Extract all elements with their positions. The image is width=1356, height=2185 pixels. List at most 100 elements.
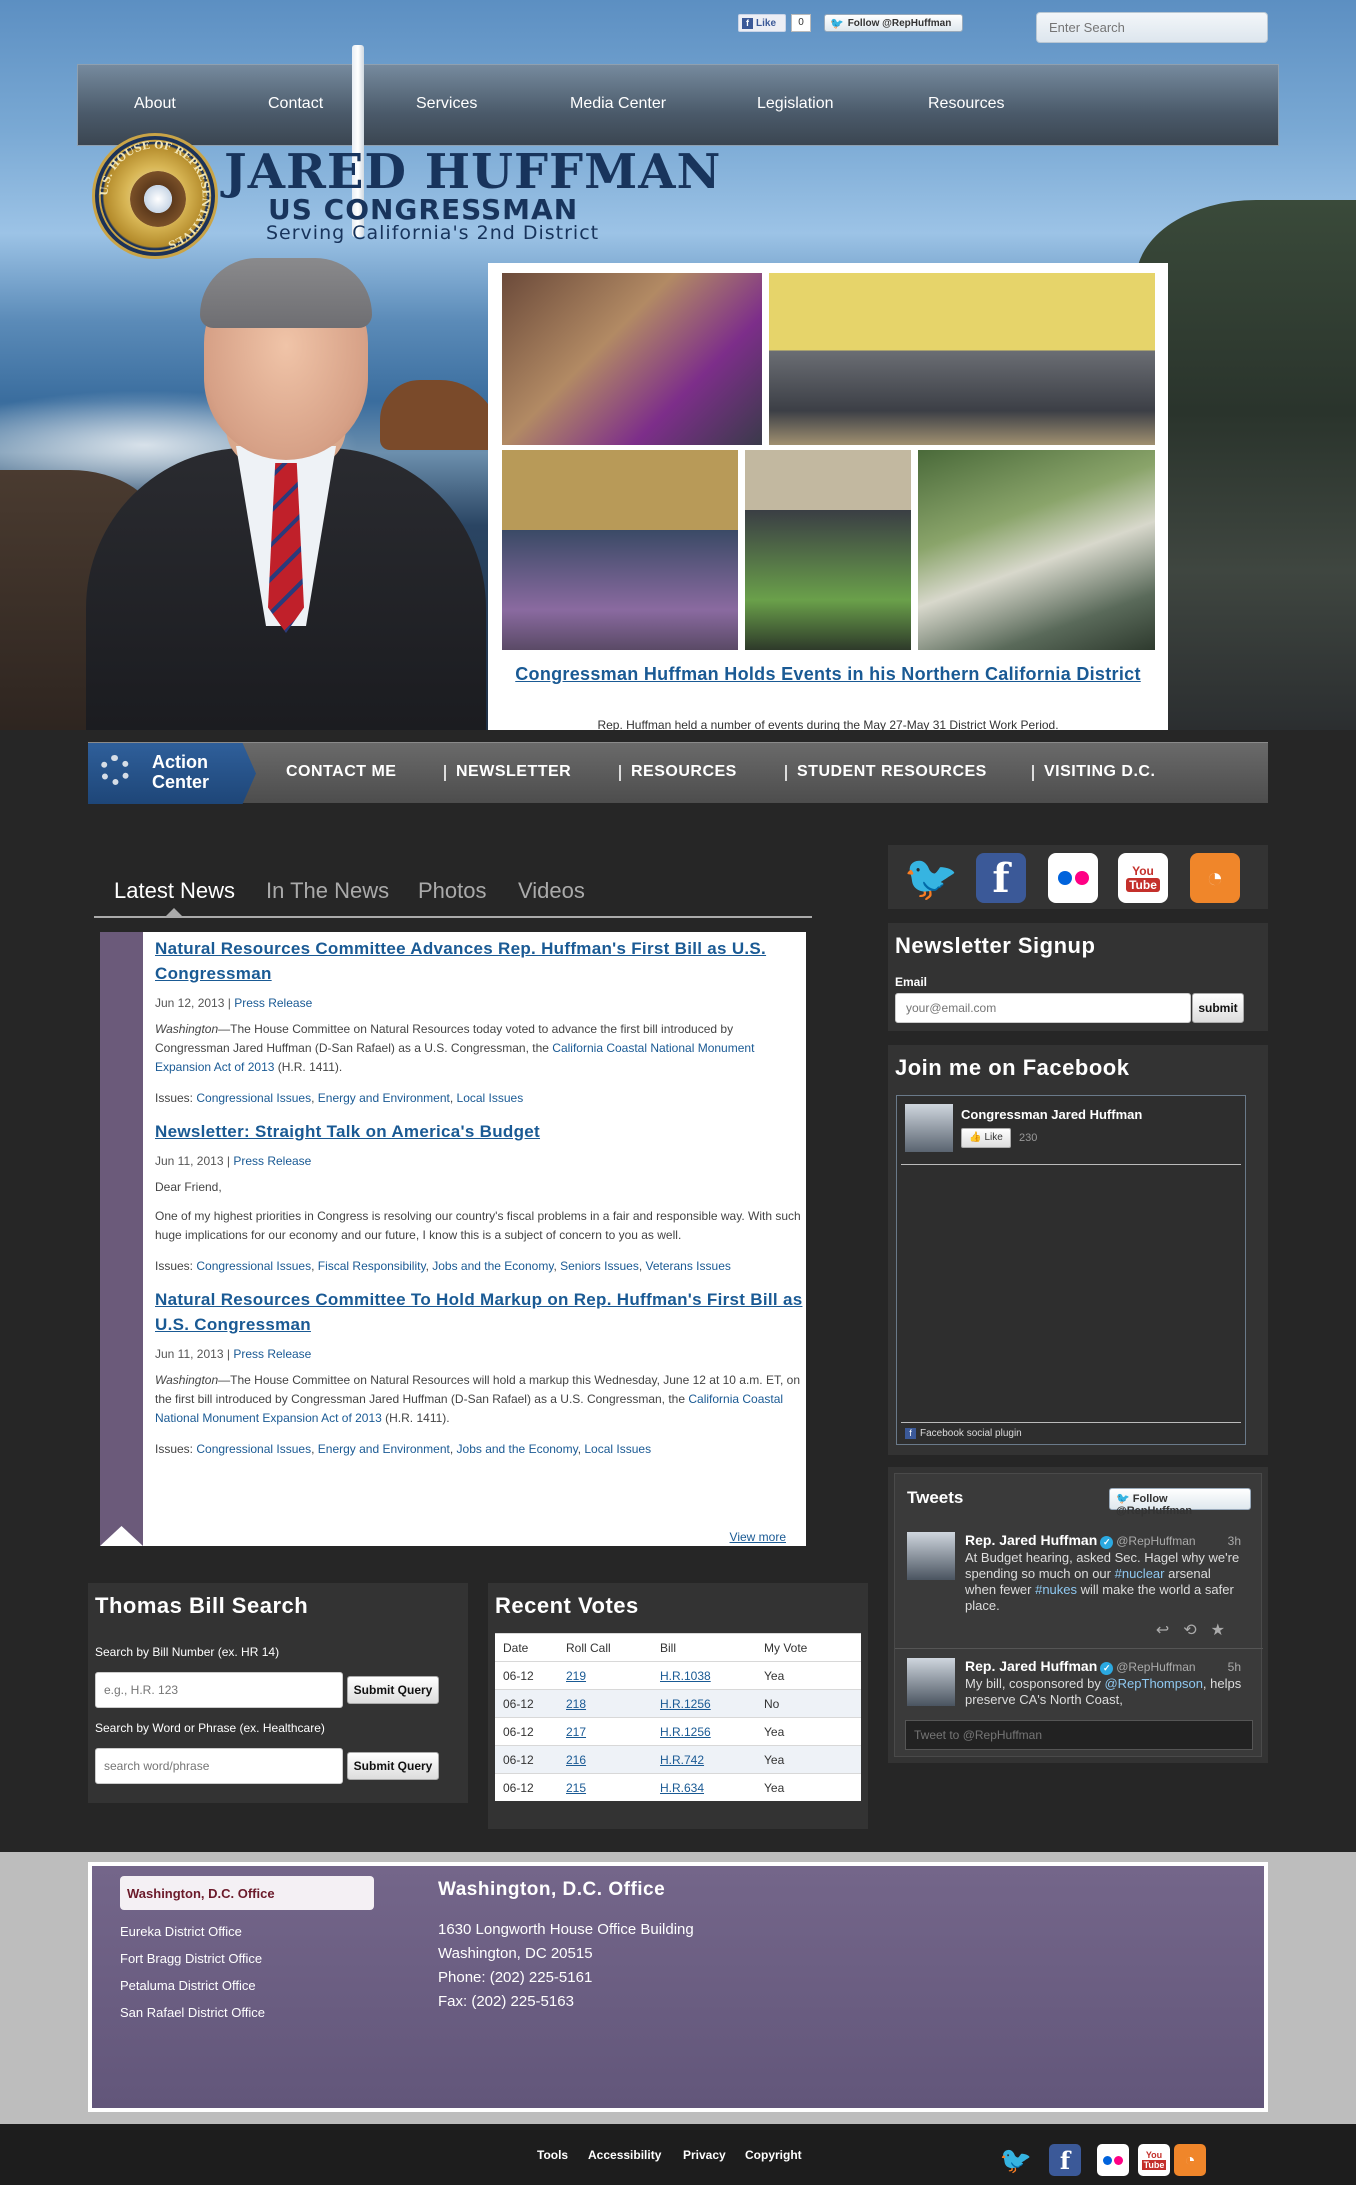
office-tab-washington[interactable]: Washington, D.C. Office	[120, 1876, 374, 1910]
search-input[interactable]	[1036, 12, 1268, 43]
tweet-author[interactable]: Rep. Jared Huffman ✓ @RepHuffman	[965, 1658, 1196, 1675]
tweet-author[interactable]: Rep. Jared Huffman ✓ @RepHuffman	[965, 1532, 1196, 1549]
issue-link[interactable]: Veterans Issues	[645, 1259, 730, 1273]
event-photo[interactable]	[769, 273, 1155, 445]
flickr-icon[interactable]	[1097, 2144, 1129, 2176]
issue-link[interactable]: Jobs and the Economy	[432, 1259, 553, 1273]
tab-in-the-news[interactable]: In The News	[266, 878, 389, 904]
event-photo[interactable]	[502, 273, 762, 445]
flickr-icon[interactable]	[1048, 853, 1098, 903]
bill-number-submit-button[interactable]: Submit Query	[347, 1676, 439, 1704]
news-category-link[interactable]: Press Release	[233, 1154, 311, 1168]
news-category-link[interactable]: Press Release	[234, 996, 312, 1010]
news-title-link[interactable]: Natural Resources Committee Advances Rep…	[155, 936, 803, 986]
issue-link[interactable]: Fiscal Responsibility	[318, 1259, 426, 1273]
bill-link[interactable]: H.R.742	[660, 1753, 764, 1767]
twitter-follow-button[interactable]: 🐦 Follow @RepHuffman	[1109, 1488, 1251, 1517]
issue-link[interactable]: Jobs and the Economy	[457, 1442, 578, 1456]
action-visiting-dc[interactable]: VISITING D.C.	[1044, 763, 1155, 781]
tweet-time[interactable]: 5h	[1228, 1660, 1241, 1674]
bill-link[interactable]: H.R.634	[660, 1781, 764, 1795]
nav-media-center[interactable]: Media Center	[570, 95, 666, 113]
tweet-to-input[interactable]	[905, 1720, 1253, 1750]
action-resources[interactable]: RESOURCES	[631, 763, 737, 781]
twitter-follow-button[interactable]: 🐦 Follow @RepHuffman	[824, 14, 963, 32]
bill-phrase-submit-button[interactable]: Submit Query	[347, 1752, 439, 1780]
rss-icon[interactable]: ◔	[1190, 853, 1240, 903]
facebook-plugin-credit[interactable]: f Facebook social plugin	[905, 1428, 1022, 1439]
event-photo[interactable]	[918, 450, 1155, 650]
footer-link-copyright[interactable]: Copyright	[745, 2148, 802, 2162]
nav-about[interactable]: About	[134, 95, 176, 113]
hashtag-link[interactable]: #nukes	[1035, 1582, 1077, 1597]
bill-link[interactable]: H.R.1256	[660, 1725, 764, 1739]
action-newsletter[interactable]: NEWSLETTER	[456, 763, 571, 781]
tab-latest-news[interactable]: Latest News	[114, 878, 235, 904]
tab-photos[interactable]: Photos	[418, 878, 487, 904]
email-field[interactable]	[895, 993, 1191, 1023]
bill-link[interactable]: H.R.1038	[660, 1669, 764, 1683]
nav-contact[interactable]: Contact	[268, 95, 323, 113]
mention-link[interactable]: @RepThompson	[1104, 1676, 1202, 1691]
issue-link[interactable]: Congressional Issues	[196, 1442, 311, 1456]
facebook-like-page-button[interactable]: 👍 Like	[961, 1128, 1011, 1148]
roll-call-link[interactable]: 216	[566, 1753, 660, 1767]
facebook-like-button[interactable]: f Like	[738, 14, 786, 32]
roll-call-link[interactable]: 219	[566, 1669, 660, 1683]
featured-slideshow[interactable]: Congressman Huffman Holds Events in his …	[488, 263, 1168, 730]
office-tab-san-rafael[interactable]: San Rafael District Office	[120, 2005, 265, 2020]
issue-link[interactable]: Seniors Issues	[560, 1259, 639, 1273]
newsletter-submit-button[interactable]: submit	[1192, 993, 1244, 1023]
bill-phrase-input[interactable]	[95, 1748, 343, 1784]
roll-call-link[interactable]: 218	[566, 1697, 660, 1711]
news-category-link[interactable]: Press Release	[233, 1347, 311, 1361]
facebook-page-name[interactable]: Congressman Jared Huffman	[961, 1107, 1142, 1122]
tweets-timeline[interactable]: Tweets 🐦 Follow @RepHuffman Rep. Jared H…	[894, 1473, 1263, 1757]
issue-link[interactable]: Congressional Issues	[196, 1259, 311, 1273]
tab-videos[interactable]: Videos	[518, 878, 585, 904]
event-photo[interactable]	[745, 450, 911, 650]
facebook-icon[interactable]: f	[976, 853, 1026, 903]
action-contact-me[interactable]: CONTACT ME	[286, 763, 396, 781]
event-photo[interactable]	[502, 450, 738, 650]
rss-icon[interactable]: ◔	[1174, 2144, 1206, 2176]
issue-link[interactable]: Local Issues	[584, 1442, 651, 1456]
twitter-icon[interactable]: 🐦	[904, 853, 959, 903]
office-tab-eureka[interactable]: Eureka District Office	[120, 1924, 242, 1939]
slide-title-link[interactable]: Congressman Huffman Holds Events in his …	[508, 661, 1148, 687]
twitter-icon[interactable]: 🐦	[1000, 2144, 1032, 2176]
office-tab-petaluma[interactable]: Petaluma District Office	[120, 1978, 256, 1993]
tweet: Rep. Jared Huffman ✓ @RepHuffman 3h At Bud…	[907, 1532, 1253, 1642]
avatar[interactable]	[907, 1658, 955, 1706]
issue-link[interactable]: Congressional Issues	[196, 1091, 311, 1105]
issue-link[interactable]: Energy and Environment	[318, 1442, 450, 1456]
roll-call-link[interactable]: 217	[566, 1725, 660, 1739]
roll-call-link[interactable]: 215	[566, 1781, 660, 1795]
news-title-link[interactable]: Newsletter: Straight Talk on America's B…	[155, 1119, 803, 1144]
issue-link[interactable]: Local Issues	[457, 1091, 524, 1105]
hashtag-link[interactable]: #nuclear	[1115, 1566, 1165, 1581]
bill-link[interactable]: H.R.1256	[660, 1697, 764, 1711]
footer-link-accessibility[interactable]: Accessibility	[588, 2148, 661, 2162]
issue-link[interactable]: Energy and Environment	[318, 1091, 450, 1105]
nav-services[interactable]: Services	[416, 95, 477, 113]
view-more-link[interactable]: View more	[730, 1530, 786, 1544]
nav-resources[interactable]: Resources	[928, 95, 1004, 113]
footer-link-tools[interactable]: Tools	[537, 2148, 568, 2162]
retweet-icon[interactable]: ⟲	[1183, 1622, 1210, 1639]
nav-legislation[interactable]: Legislation	[757, 95, 834, 113]
favorite-icon[interactable]: ★	[1211, 1622, 1239, 1639]
bill-number-input[interactable]	[95, 1672, 343, 1708]
reply-icon[interactable]: ↩	[1156, 1622, 1183, 1639]
action-center-badge[interactable]: Action Center	[88, 743, 256, 804]
youtube-icon[interactable]: You Tube	[1118, 853, 1168, 903]
avatar[interactable]	[907, 1532, 955, 1580]
facebook-icon[interactable]: f	[1049, 2144, 1081, 2176]
action-student-resources[interactable]: STUDENT RESOURCES	[797, 763, 987, 781]
footer-link-privacy[interactable]: Privacy	[683, 2148, 726, 2162]
office-tab-fort-bragg[interactable]: Fort Bragg District Office	[120, 1951, 262, 1966]
tweet-time[interactable]: 3h	[1228, 1534, 1241, 1548]
avatar[interactable]	[905, 1104, 953, 1152]
news-title-link[interactable]: Natural Resources Committee To Hold Mark…	[155, 1287, 803, 1337]
youtube-icon[interactable]: You Tube	[1138, 2144, 1170, 2176]
